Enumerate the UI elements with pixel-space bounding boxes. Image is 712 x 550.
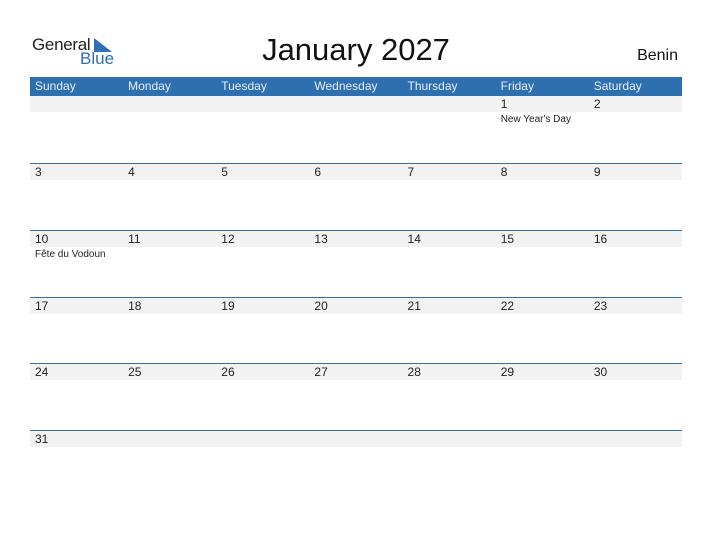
- calendar-title: January 2027: [262, 32, 450, 67]
- day-cell[interactable]: 19: [216, 298, 309, 364]
- day-cell[interactable]: 11: [123, 231, 216, 297]
- day-cell[interactable]: 27: [309, 364, 402, 430]
- week-row: 1 New Year's Day 2: [30, 96, 682, 163]
- day-number: 31: [35, 432, 49, 446]
- day-cell: [30, 96, 123, 162]
- day-cell[interactable]: 15: [496, 231, 589, 297]
- day-cell[interactable]: 17: [30, 298, 123, 364]
- weekday-thursday: Thursday: [407, 79, 458, 93]
- week-row: 10 Fête du Vodoun 11 12 13 14 15 16: [30, 230, 682, 298]
- day-number: 15: [500, 232, 515, 246]
- day-cell[interactable]: 12: [216, 231, 309, 297]
- day-cell: [123, 96, 216, 162]
- day-cell[interactable]: 21: [403, 298, 496, 364]
- day-cell[interactable]: 24: [30, 364, 123, 430]
- day-cell: [309, 431, 402, 497]
- day-cell[interactable]: 9: [589, 164, 682, 230]
- weekday-monday: Monday: [128, 79, 171, 93]
- week-row: 24 25 26 27 28 29 30: [30, 363, 682, 431]
- day-cell: [496, 431, 589, 497]
- day-cell: [216, 431, 309, 497]
- day-cell[interactable]: 7: [403, 164, 496, 230]
- day-number: 9: [593, 165, 601, 179]
- day-cell: [589, 431, 682, 497]
- weekday-saturday: Saturday: [593, 79, 642, 93]
- day-number: 27: [314, 365, 328, 379]
- weekday-tuesday: Tuesday: [221, 79, 267, 93]
- day-number: 5: [221, 165, 228, 179]
- day-number: 28: [407, 365, 421, 379]
- day-number: 17: [35, 299, 49, 313]
- holiday-label: New Year's Day: [500, 114, 571, 125]
- day-number: 24: [35, 365, 49, 379]
- day-number: 22: [500, 299, 515, 313]
- week-row: 3 4 5 6 7 8 9: [30, 163, 682, 231]
- day-cell[interactable]: 20: [309, 298, 402, 364]
- day-number: 14: [407, 232, 421, 246]
- day-cell[interactable]: 29: [496, 364, 589, 430]
- day-number: 3: [35, 165, 42, 179]
- day-cell: [216, 96, 309, 162]
- day-number: 16: [593, 232, 608, 246]
- day-number: 30: [593, 365, 608, 379]
- day-cell[interactable]: 13: [309, 231, 402, 297]
- day-number: 12: [221, 232, 235, 246]
- weekday-header: Sunday Monday Tuesday Wednesday Thursday…: [30, 77, 682, 96]
- day-number: 21: [407, 299, 421, 313]
- day-cell[interactable]: 3: [30, 164, 123, 230]
- day-cell[interactable]: 6: [309, 164, 402, 230]
- day-number: 29: [500, 365, 515, 379]
- day-cell[interactable]: 18: [123, 298, 216, 364]
- day-number: 25: [128, 365, 142, 379]
- day-cell[interactable]: 10 Fête du Vodoun: [30, 231, 123, 297]
- day-number: 19: [221, 299, 235, 313]
- day-number: 2: [593, 97, 601, 111]
- day-cell[interactable]: 5: [216, 164, 309, 230]
- day-number: 26: [221, 365, 235, 379]
- day-number: 23: [593, 299, 608, 313]
- day-cell[interactable]: 23: [589, 298, 682, 364]
- day-number: 20: [314, 299, 328, 313]
- holiday-label: Fête du Vodoun: [35, 249, 106, 260]
- weekday-wednesday: Wednesday: [314, 79, 378, 93]
- day-cell[interactable]: 4: [123, 164, 216, 230]
- day-cell[interactable]: 22: [496, 298, 589, 364]
- day-cell: [123, 431, 216, 497]
- day-cell: [309, 96, 402, 162]
- day-number: 13: [314, 232, 328, 246]
- day-cell: [403, 431, 496, 497]
- week-row: 17 18 19 20 21 22 23: [30, 297, 682, 365]
- day-number: 8: [500, 165, 508, 179]
- day-cell[interactable]: 31: [30, 431, 123, 497]
- country-label: Benin: [637, 47, 678, 64]
- weekday-friday: Friday: [500, 79, 534, 93]
- day-cell: [403, 96, 496, 162]
- day-cell[interactable]: 28: [403, 364, 496, 430]
- day-cell[interactable]: 30: [589, 364, 682, 430]
- day-number: 18: [128, 299, 142, 313]
- day-cell[interactable]: 8: [496, 164, 589, 230]
- day-number: 4: [128, 165, 135, 179]
- day-number: 1: [500, 97, 508, 111]
- day-number: 10: [35, 232, 49, 246]
- day-cell[interactable]: 2: [589, 96, 682, 162]
- day-number: 7: [407, 165, 415, 179]
- weekday-sunday: Sunday: [35, 79, 76, 93]
- day-cell[interactable]: 26: [216, 364, 309, 430]
- day-number: 6: [314, 165, 322, 179]
- day-number: 11: [128, 232, 141, 246]
- day-cell[interactable]: 14: [403, 231, 496, 297]
- day-cell[interactable]: 1 New Year's Day: [496, 96, 589, 162]
- day-cell[interactable]: 16: [589, 231, 682, 297]
- day-cell[interactable]: 25: [123, 364, 216, 430]
- week-row: 31: [30, 430, 682, 498]
